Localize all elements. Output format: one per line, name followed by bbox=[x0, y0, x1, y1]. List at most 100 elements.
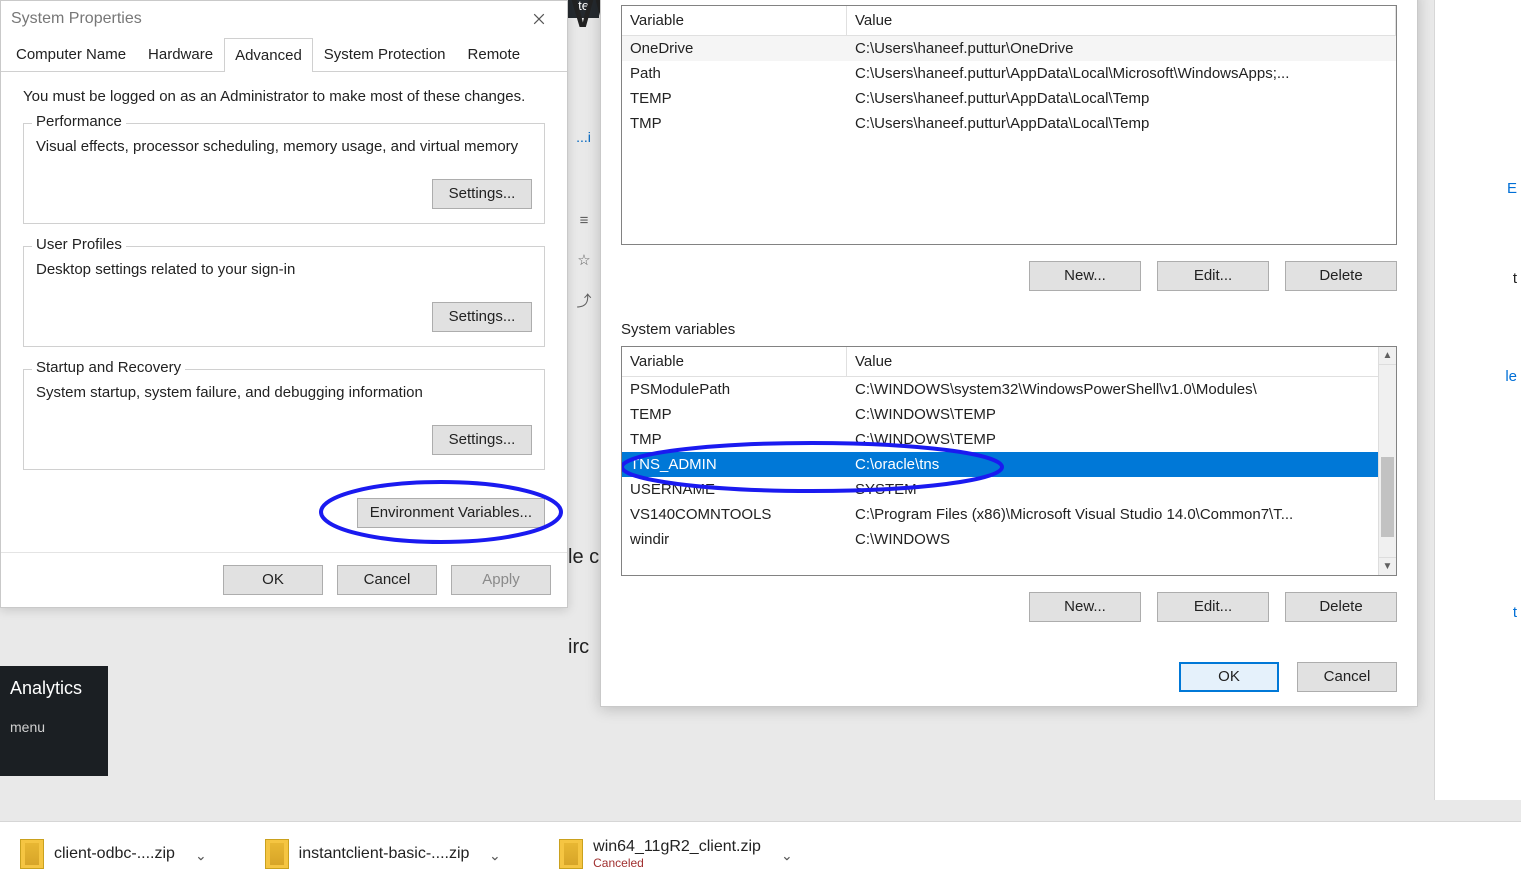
group-title: Performance bbox=[32, 113, 126, 130]
table-row[interactable]: TNS_ADMINC:\oracle\tns bbox=[622, 452, 1396, 477]
chevron-up-icon[interactable]: ⌃ bbox=[195, 846, 207, 863]
text-fragment[interactable]: le bbox=[1505, 368, 1517, 385]
user-variables-table[interactable]: Variable Value OneDriveC:\Users\haneef.p… bbox=[621, 5, 1397, 245]
cell-variable: TMP bbox=[622, 427, 847, 452]
cell-variable: USERNAME bbox=[622, 477, 847, 502]
environment-variables-dialog: Variable Value OneDriveC:\Users\haneef.p… bbox=[600, 0, 1418, 707]
userprofiles-settings-button[interactable]: Settings... bbox=[432, 302, 532, 332]
sidebar-menu-label[interactable]: menu bbox=[10, 719, 98, 735]
cell-value: C:\WINDOWS bbox=[847, 527, 1396, 552]
cell-value: SYSTEM bbox=[847, 477, 1396, 502]
table-header-value[interactable]: Value bbox=[847, 347, 1396, 376]
table-row[interactable]: PSModulePathC:\WINDOWS\system32\WindowsP… bbox=[622, 377, 1396, 402]
table-row[interactable]: VS140COMNTOOLSC:\Program Files (x86)\Mic… bbox=[622, 502, 1396, 527]
table-row[interactable]: windirC:\WINDOWS bbox=[622, 527, 1396, 552]
tabs-bar: Computer NameHardwareAdvancedSystem Prot… bbox=[1, 37, 567, 72]
chevron-up-icon[interactable]: ⌃ bbox=[489, 846, 501, 863]
table-row[interactable]: TMPC:\Users\haneef.puttur\AppData\Local\… bbox=[622, 111, 1396, 136]
cell-variable: Path bbox=[622, 61, 847, 86]
group-desc: Desktop settings related to your sign-in bbox=[36, 261, 532, 278]
group-title: Startup and Recovery bbox=[32, 359, 185, 376]
system-variables-table[interactable]: Variable Value PSModulePathC:\WINDOWS\sy… bbox=[621, 346, 1397, 576]
sys-new-button[interactable]: New... bbox=[1029, 592, 1141, 622]
download-item[interactable]: client-odbc-....zip ⌃ bbox=[6, 833, 221, 875]
tab-advanced[interactable]: Advanced bbox=[224, 38, 313, 72]
cell-variable: TNS_ADMIN bbox=[622, 452, 847, 477]
cell-variable: windir bbox=[622, 527, 847, 552]
cell-value: C:\WINDOWS\TEMP bbox=[847, 427, 1396, 452]
startup-settings-button[interactable]: Settings... bbox=[432, 425, 532, 455]
text-fragment[interactable]: t bbox=[1513, 604, 1517, 621]
right-panel-fragment: Et le t bbox=[1434, 0, 1521, 800]
sys-edit-button[interactable]: Edit... bbox=[1157, 592, 1269, 622]
sidebar-title: Analytics bbox=[10, 678, 98, 699]
group-desc: System startup, system failure, and debu… bbox=[36, 384, 532, 401]
download-name: instantclient-basic-....zip bbox=[299, 845, 470, 863]
download-shelf: client-odbc-....zip⌃instantclient-basic-… bbox=[0, 821, 1521, 886]
download-item[interactable]: instantclient-basic-....zip ⌃ bbox=[251, 833, 515, 875]
text-fragment[interactable]: E bbox=[1507, 180, 1517, 197]
close-icon[interactable] bbox=[521, 7, 557, 31]
scroll-thumb[interactable] bbox=[1381, 457, 1394, 537]
sys-delete-button[interactable]: Delete bbox=[1285, 592, 1397, 622]
tab-computer-name[interactable]: Computer Name bbox=[5, 37, 137, 71]
group-title: User Profiles bbox=[32, 236, 126, 253]
table-row[interactable]: USERNAMESYSTEM bbox=[622, 477, 1396, 502]
bg-text-frag1: le c bbox=[568, 546, 599, 569]
table-row[interactable]: TMPC:\WINDOWS\TEMP bbox=[622, 427, 1396, 452]
cell-value: C:\Users\haneef.puttur\AppData\Local\Tem… bbox=[847, 111, 1396, 136]
ok-button[interactable]: OK bbox=[223, 565, 323, 595]
scrollbar[interactable]: ▲ ▼ bbox=[1378, 347, 1396, 575]
cell-variable: TEMP bbox=[622, 402, 847, 427]
table-header-variable[interactable]: Variable bbox=[622, 347, 847, 376]
tab-remote[interactable]: Remote bbox=[457, 37, 532, 71]
table-header-value[interactable]: Value bbox=[847, 6, 1396, 35]
dialog-title: System Properties bbox=[11, 10, 142, 28]
scroll-down-icon[interactable]: ▼ bbox=[1379, 557, 1396, 575]
bg-text-frag2: irc bbox=[568, 636, 589, 659]
group-user-profiles: User Profiles Desktop settings related t… bbox=[23, 246, 545, 347]
sidebar-panel: Analytics menu bbox=[0, 666, 108, 776]
cell-value: C:\WINDOWS\TEMP bbox=[847, 402, 1396, 427]
scroll-up-icon[interactable]: ▲ bbox=[1379, 347, 1396, 365]
table-row[interactable]: TEMPC:\Users\haneef.puttur\AppData\Local… bbox=[622, 86, 1396, 111]
zip-file-icon bbox=[559, 839, 583, 869]
download-item[interactable]: win64_11gR2_client.zipCanceled⌃ bbox=[545, 832, 807, 876]
system-properties-dialog: System Properties Computer NameHardwareA… bbox=[0, 0, 568, 608]
text-fragment: t bbox=[1513, 270, 1517, 287]
user-new-button[interactable]: New... bbox=[1029, 261, 1141, 291]
user-edit-button[interactable]: Edit... bbox=[1157, 261, 1269, 291]
group-performance: Performance Visual effects, processor sc… bbox=[23, 123, 545, 224]
download-name: client-odbc-....zip bbox=[54, 845, 175, 863]
environment-variables-button[interactable]: Environment Variables... bbox=[357, 498, 545, 528]
group-desc: Visual effects, processor scheduling, me… bbox=[36, 138, 532, 155]
user-delete-button[interactable]: Delete bbox=[1285, 261, 1397, 291]
cancel-button[interactable]: Cancel bbox=[337, 565, 437, 595]
ev-ok-button[interactable]: OK bbox=[1179, 662, 1279, 692]
cell-value: C:\WINDOWS\system32\WindowsPowerShell\v1… bbox=[847, 377, 1396, 402]
bg-toolbar-icons: ≡☆⤴ bbox=[570, 200, 598, 320]
tab-hardware[interactable]: Hardware bbox=[137, 37, 224, 71]
tab-system-protection[interactable]: System Protection bbox=[313, 37, 457, 71]
cell-value: C:\Users\haneef.puttur\AppData\Local\Mic… bbox=[847, 61, 1396, 86]
system-variables-label: System variables bbox=[621, 321, 1397, 338]
cell-value: C:\Users\haneef.puttur\OneDrive bbox=[847, 36, 1396, 61]
admin-note: You must be logged on as an Administrato… bbox=[23, 88, 545, 105]
zip-file-icon bbox=[265, 839, 289, 869]
table-row[interactable]: PathC:\Users\haneef.puttur\AppData\Local… bbox=[622, 61, 1396, 86]
cell-variable: OneDrive bbox=[622, 36, 847, 61]
table-row[interactable]: TEMPC:\WINDOWS\TEMP bbox=[622, 402, 1396, 427]
bg-mini-fragment: ...i bbox=[568, 120, 599, 154]
cell-value: C:\Program Files (x86)\Microsoft Visual … bbox=[847, 502, 1396, 527]
performance-settings-button[interactable]: Settings... bbox=[432, 179, 532, 209]
ev-cancel-button[interactable]: Cancel bbox=[1297, 662, 1397, 692]
cell-variable: TEMP bbox=[622, 86, 847, 111]
apply-button: Apply bbox=[451, 565, 551, 595]
chevron-up-icon[interactable]: ⌃ bbox=[781, 846, 793, 863]
table-header-variable[interactable]: Variable bbox=[622, 6, 847, 35]
cell-variable: PSModulePath bbox=[622, 377, 847, 402]
download-status: Canceled bbox=[593, 856, 761, 870]
table-row[interactable]: OneDriveC:\Users\haneef.puttur\OneDrive bbox=[622, 36, 1396, 61]
cell-value: C:\Users\haneef.puttur\AppData\Local\Tem… bbox=[847, 86, 1396, 111]
zip-file-icon bbox=[20, 839, 44, 869]
